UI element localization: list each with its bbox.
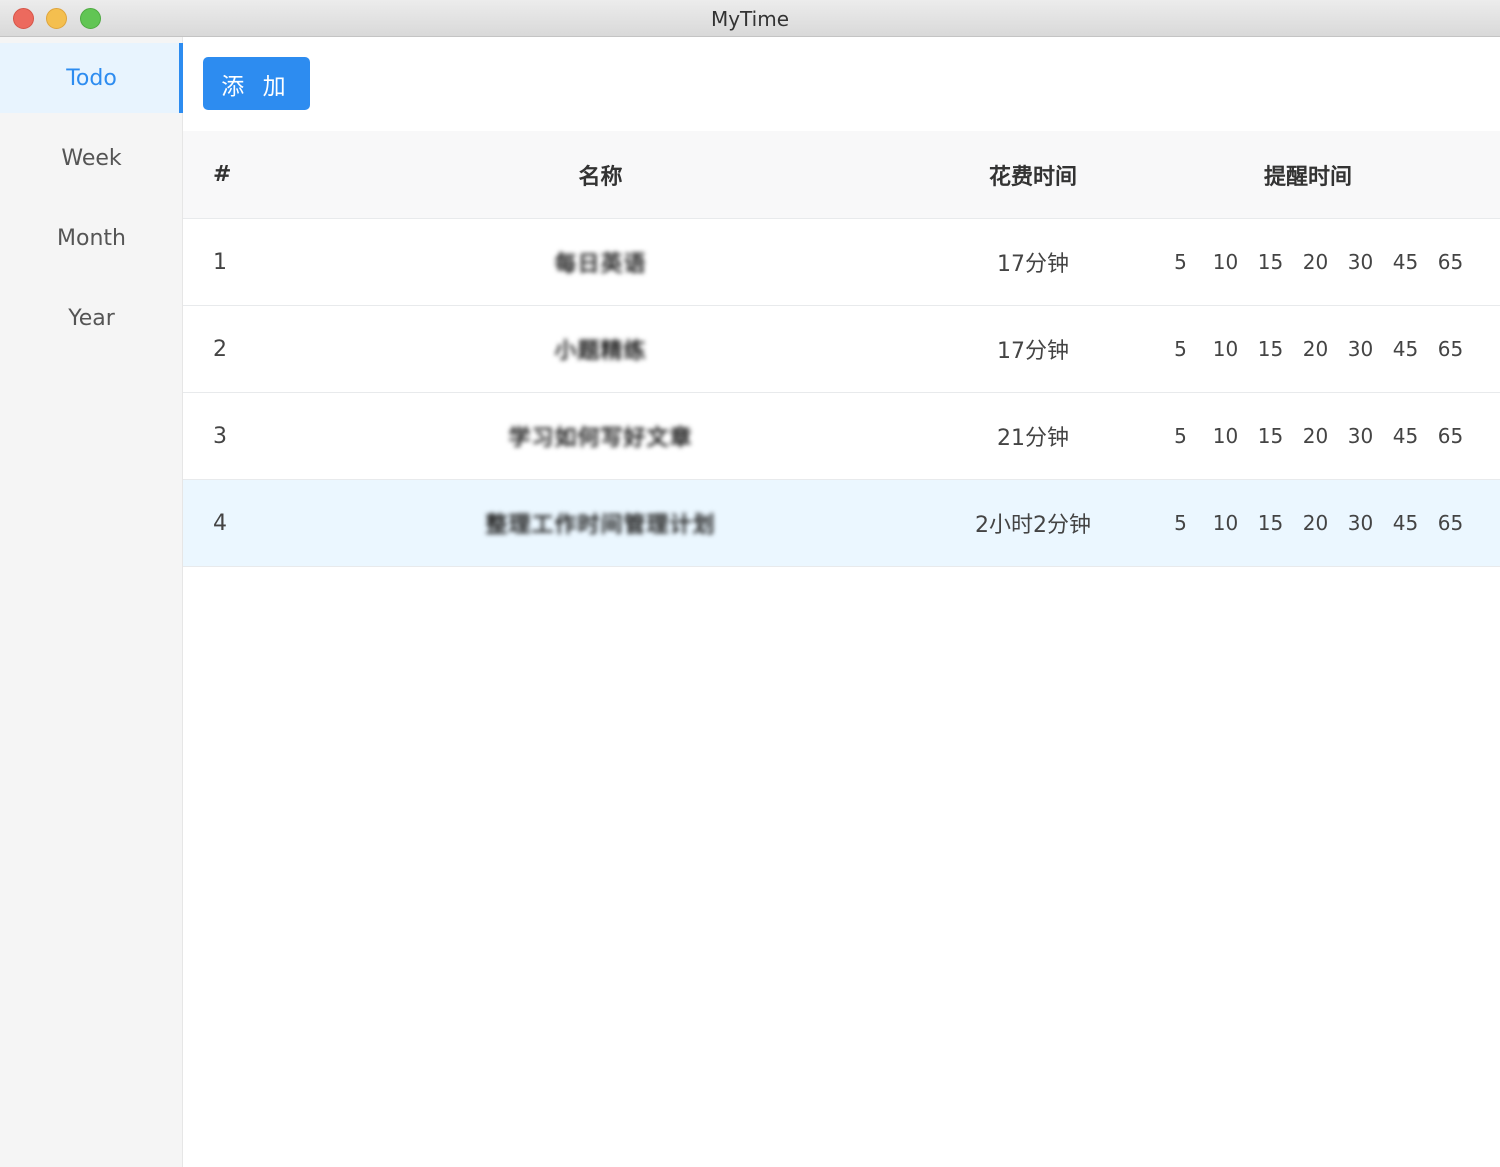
row-name: 每日英语	[554, 252, 647, 277]
sidebar-item-label: Todo	[66, 65, 117, 91]
sidebar-item-todo[interactable]: Todo	[0, 43, 183, 113]
reminder-option[interactable]: 30	[1338, 337, 1383, 361]
reminder-options: 5 10 15 20 30 45 65	[1158, 306, 1473, 392]
reminder-option[interactable]: 65	[1428, 337, 1473, 361]
sidebar-item-label: Year	[68, 305, 115, 331]
reminder-options: 5 10 15 20 30 45 65	[1158, 393, 1473, 479]
reminder-option[interactable]: 15	[1248, 250, 1293, 274]
window-title: MyTime	[710, 7, 790, 31]
row-index: 3	[213, 423, 227, 449]
reminder-option[interactable]: 45	[1383, 337, 1428, 361]
row-cost: 2小时2分钟	[975, 513, 1091, 538]
reminder-option[interactable]: 65	[1428, 511, 1473, 535]
reminder-option[interactable]: 10	[1203, 511, 1248, 535]
table-row[interactable]: 3 学习如何写好文章 21分钟 5 10 15 20 30 45 65	[183, 393, 1500, 480]
sidebar-item-label: Month	[57, 225, 126, 251]
row-cost: 21分钟	[997, 426, 1069, 451]
reminder-option[interactable]: 5	[1158, 424, 1203, 448]
header-cost: 花费时间	[988, 164, 1077, 190]
reminder-option[interactable]: 15	[1248, 424, 1293, 448]
reminder-option[interactable]: 65	[1428, 424, 1473, 448]
row-cost: 17分钟	[997, 252, 1069, 277]
title-bar: MyTime	[0, 0, 1500, 37]
reminder-option[interactable]: 20	[1293, 511, 1338, 535]
sidebar-item-year[interactable]: Year	[0, 283, 183, 353]
header-name: 名称	[578, 164, 623, 190]
reminder-option[interactable]: 45	[1383, 250, 1428, 274]
table-row[interactable]: 1 每日英语 17分钟 5 10 15 20 30 45 65	[183, 219, 1500, 306]
header-index: #	[213, 162, 232, 187]
reminder-option[interactable]: 5	[1158, 511, 1203, 535]
table-row-selected[interactable]: 4 整理工作时间管理计划 2小时2分钟 5 10 15 20 30 45 65	[183, 480, 1500, 567]
reminder-option[interactable]: 45	[1383, 511, 1428, 535]
header-remind: 提醒时间	[1263, 164, 1352, 190]
reminder-option[interactable]: 15	[1248, 511, 1293, 535]
sidebar: Todo Week Month Year	[0, 37, 183, 1167]
row-index: 4	[213, 510, 227, 536]
reminder-option[interactable]: 20	[1293, 424, 1338, 448]
row-cost: 17分钟	[997, 339, 1069, 364]
row-name: 学习如何写好文章	[508, 426, 693, 451]
reminder-option[interactable]: 20	[1293, 337, 1338, 361]
row-name: 小题精练	[554, 339, 647, 364]
reminder-option[interactable]: 45	[1383, 424, 1428, 448]
sidebar-item-month[interactable]: Month	[0, 203, 183, 273]
reminder-option[interactable]: 5	[1158, 250, 1203, 274]
table-row[interactable]: 2 小题精练 17分钟 5 10 15 20 30 45 65	[183, 306, 1500, 393]
reminder-option[interactable]: 30	[1338, 424, 1383, 448]
add-button[interactable]: 添 加	[203, 57, 310, 110]
sidebar-item-label: Week	[61, 145, 122, 171]
row-index: 2	[213, 336, 227, 362]
table-header: # 名称 花费时间 提醒时间	[183, 131, 1500, 219]
row-name: 整理工作时间管理计划	[485, 513, 716, 538]
reminder-option[interactable]: 65	[1428, 250, 1473, 274]
reminder-option[interactable]: 5	[1158, 337, 1203, 361]
reminder-options: 5 10 15 20 30 45 65	[1158, 219, 1473, 305]
reminder-option[interactable]: 10	[1203, 424, 1248, 448]
row-index: 1	[213, 249, 227, 275]
reminder-option[interactable]: 15	[1248, 337, 1293, 361]
reminder-option[interactable]: 30	[1338, 511, 1383, 535]
reminder-option[interactable]: 10	[1203, 250, 1248, 274]
todo-table: # 名称 花费时间 提醒时间 1 每日英语 17分钟 5 10 15 20 30…	[183, 131, 1500, 567]
reminder-option[interactable]: 10	[1203, 337, 1248, 361]
sidebar-item-week[interactable]: Week	[0, 123, 183, 193]
reminder-option[interactable]: 20	[1293, 250, 1338, 274]
reminder-options: 5 10 15 20 30 45 65	[1158, 480, 1473, 566]
reminder-option[interactable]: 30	[1338, 250, 1383, 274]
